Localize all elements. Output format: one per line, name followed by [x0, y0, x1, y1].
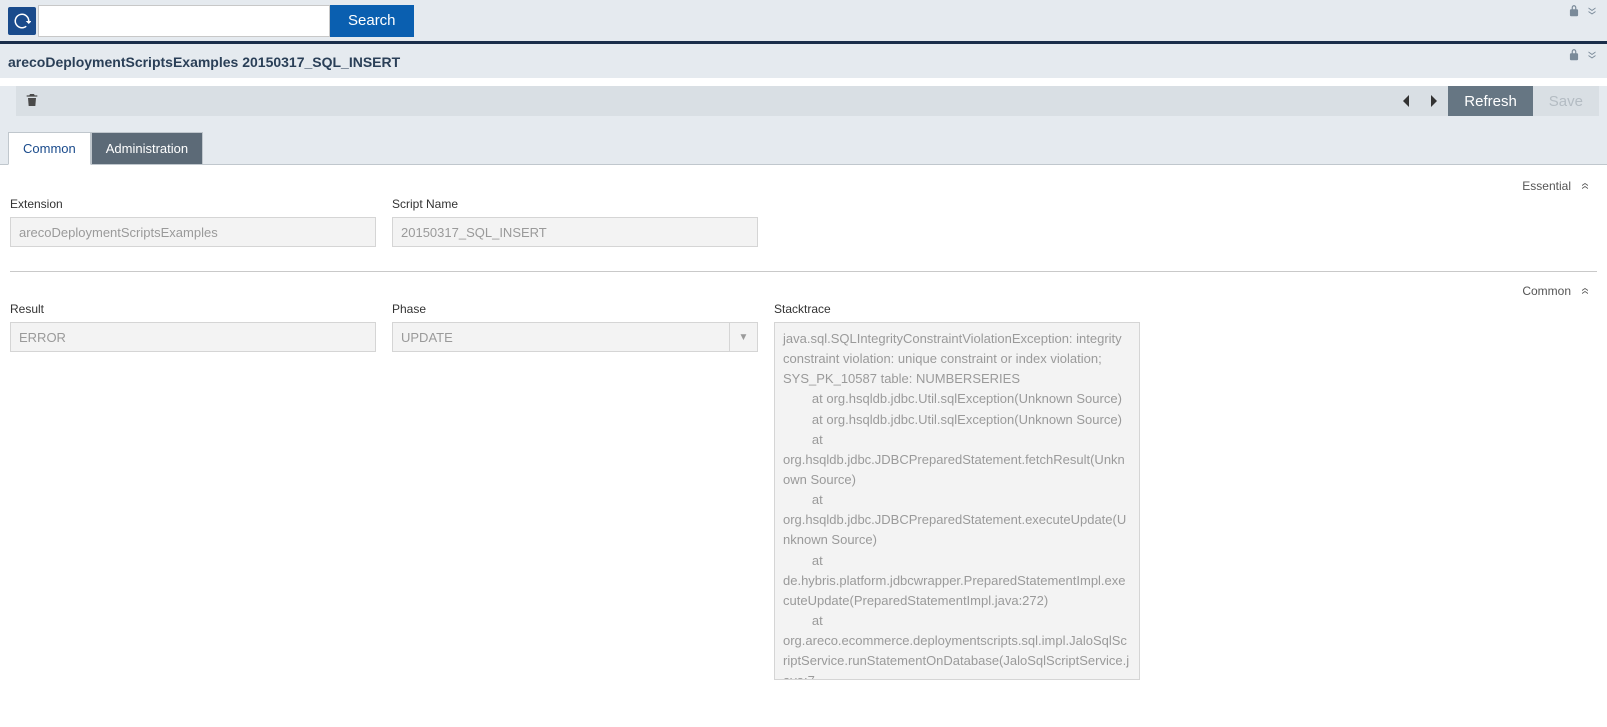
section-title-essential: Essential: [1522, 179, 1571, 193]
input-extension: [10, 217, 376, 247]
tab-administration[interactable]: Administration: [91, 132, 203, 164]
field-script-name: Script Name: [392, 197, 758, 247]
action-bar: Refresh Save: [16, 86, 1599, 116]
app-logo-icon: [13, 12, 31, 30]
prev-item-button[interactable]: [1392, 86, 1420, 116]
label-stacktrace: Stacktrace: [774, 302, 1140, 316]
collapse-up-icon: [1579, 180, 1591, 192]
field-result: Result: [10, 302, 376, 680]
titlebar-right-icons: [1567, 44, 1599, 78]
field-stacktrace: Stacktrace java.sql.SQLIntegrityConstrai…: [774, 302, 1140, 680]
chevron-right-icon: [1429, 95, 1439, 107]
chevron-down-icon: ▼: [729, 323, 757, 351]
input-result: [10, 322, 376, 352]
chevron-left-icon: [1401, 95, 1411, 107]
next-item-button[interactable]: [1420, 86, 1448, 116]
tab-bar: Common Administration: [8, 132, 1607, 164]
search-input[interactable]: [38, 5, 330, 37]
collapse-up-icon: [1579, 285, 1591, 297]
expand-down-icon[interactable]: [1585, 48, 1599, 62]
label-result: Result: [10, 302, 376, 316]
label-extension: Extension: [10, 197, 376, 211]
dropdown-phase[interactable]: UPDATE ▼: [392, 322, 758, 352]
save-button: Save: [1533, 86, 1599, 116]
page-title-bar: arecoDeploymentScriptsExamples 20150317_…: [0, 44, 1607, 78]
section-header-common[interactable]: Common: [10, 280, 1597, 302]
label-phase: Phase: [392, 302, 758, 316]
tab-common[interactable]: Common: [8, 132, 91, 165]
dropdown-phase-value: UPDATE: [393, 323, 729, 351]
essential-fields: Extension Script Name: [10, 197, 1597, 271]
topbar-right-icons: [1567, 0, 1599, 41]
delete-button[interactable]: [24, 92, 40, 111]
field-extension: Extension: [10, 197, 376, 247]
section-title-common: Common: [1522, 284, 1571, 298]
field-phase: Phase UPDATE ▼: [392, 302, 758, 680]
input-script-name: [392, 217, 758, 247]
lock-icon[interactable]: [1567, 4, 1581, 18]
action-tab-area: Refresh Save Common Administration: [0, 86, 1607, 164]
textarea-stacktrace[interactable]: java.sql.SQLIntegrityConstraintViolation…: [774, 322, 1140, 680]
section-divider: [10, 271, 1597, 272]
search-button[interactable]: Search: [330, 5, 414, 37]
section-header-essential[interactable]: Essential: [10, 175, 1597, 197]
top-search-bar: Search: [0, 0, 1607, 44]
app-logo-button[interactable]: [8, 7, 36, 35]
label-script-name: Script Name: [392, 197, 758, 211]
lock-icon[interactable]: [1567, 48, 1581, 62]
common-fields: Result Phase UPDATE ▼ Stacktrace java.sq…: [10, 302, 1597, 704]
expand-down-icon[interactable]: [1585, 4, 1599, 18]
action-bar-right: Refresh Save: [1392, 86, 1599, 116]
trash-icon: [24, 92, 40, 108]
refresh-button[interactable]: Refresh: [1448, 86, 1533, 116]
page-title: arecoDeploymentScriptsExamples 20150317_…: [8, 54, 400, 70]
tab-content: Essential Extension Script Name Common R…: [0, 164, 1607, 714]
